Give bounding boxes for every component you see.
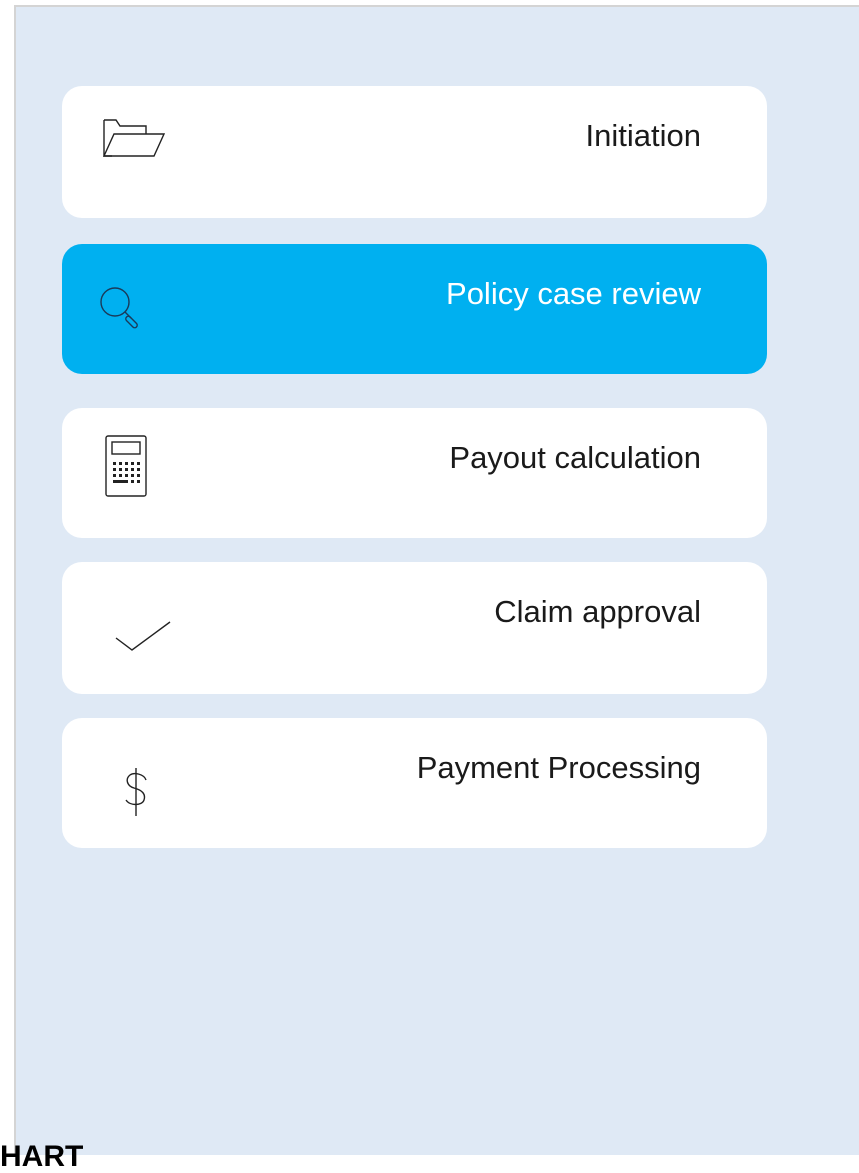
magnifier-icon	[98, 268, 178, 338]
step-initiation[interactable]: Initiation	[62, 86, 767, 218]
step-label: Payout calculation	[449, 440, 701, 475]
checkmark-icon	[98, 586, 178, 656]
step-label: Payment Processing	[416, 750, 701, 785]
step-claim-approval[interactable]: Claim approval	[62, 562, 767, 694]
step-label: Claim approval	[494, 594, 701, 629]
dollar-icon	[98, 742, 178, 816]
step-label: Policy case review	[446, 276, 701, 311]
footer-text: HART	[0, 1140, 84, 1173]
folder-open-icon	[98, 110, 178, 180]
step-policy-case-review[interactable]: Policy case review	[62, 244, 767, 374]
step-label: Initiation	[585, 118, 701, 153]
step-payment-processing[interactable]: Payment Processing	[62, 718, 767, 848]
step-payout-calculation[interactable]: Payout calculation	[62, 408, 767, 538]
calculator-icon	[98, 432, 178, 502]
